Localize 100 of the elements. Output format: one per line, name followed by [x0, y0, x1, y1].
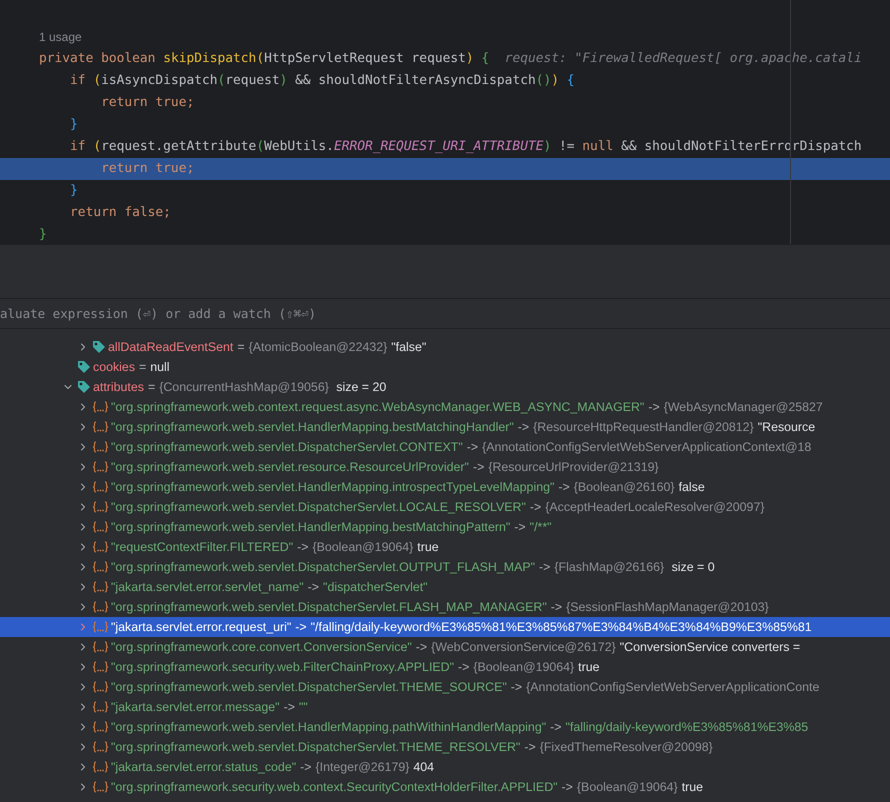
- map-entry-icon: [92, 561, 109, 573]
- type-label: {AtomicBoolean@22432}: [248, 340, 388, 354]
- map-entry-icon: [92, 661, 109, 673]
- code-token: {: [480, 51, 490, 66]
- map-entry-icon: [92, 741, 109, 753]
- code-token: request.getAttribute: [101, 139, 256, 154]
- operator: ->: [648, 400, 660, 414]
- operator: ->: [518, 420, 530, 434]
- code-token: ): [280, 73, 288, 88]
- operator: ->: [550, 720, 562, 734]
- operator: ->: [550, 600, 562, 614]
- operator: ->: [530, 500, 542, 514]
- code-token: !=: [558, 139, 576, 154]
- tag-icon: [77, 360, 91, 374]
- map-entry-icon: [92, 521, 109, 533]
- type-label: {AcceptHeaderLocaleResolver@20097}: [545, 500, 764, 514]
- code-token: {: [566, 73, 575, 88]
- type-label: {Boolean@19064}: [312, 540, 414, 554]
- map-entry-icon: [92, 621, 109, 633]
- operator: ->: [295, 620, 307, 634]
- code-token: (: [93, 139, 102, 154]
- code-token: HttpServletRequest request: [264, 51, 466, 66]
- value-text: "ConversionService converters =: [620, 640, 800, 654]
- tag-icon: [77, 380, 91, 394]
- value-text: true: [682, 780, 704, 794]
- map-key: "org.springframework.web.servlet.DispatcherServlet.CONTEXT": [111, 440, 463, 454]
- code-token: return true;: [100, 161, 194, 176]
- map-entry-icon: [92, 461, 109, 473]
- type-label: {FixedThemeResolver@20098}: [540, 740, 713, 754]
- operator: ->: [297, 540, 308, 554]
- operator: ->: [466, 440, 478, 454]
- type-label: {WebAsyncManager@25827: [664, 400, 823, 414]
- code-token: return true;: [100, 95, 194, 110]
- type-label: {Boolean@26160}: [574, 480, 675, 494]
- field-name: allDataReadEventSent: [108, 340, 234, 354]
- map-entry-icon: [92, 681, 109, 693]
- code-token: (: [256, 139, 264, 154]
- value-text: null: [150, 360, 170, 374]
- map-key: "org.springframework.core.convert.ConversionService": [111, 640, 412, 654]
- map-entry-icon: [92, 781, 109, 793]
- field-name: cookies: [93, 360, 136, 374]
- map-entry-icon: [92, 601, 109, 613]
- value-text: "": [298, 700, 308, 714]
- map-entry-icon: [92, 481, 109, 493]
- value-text: 404: [413, 760, 434, 774]
- value-text: "Resource: [758, 420, 816, 434]
- operator: ->: [514, 520, 526, 534]
- usage-hint[interactable]: 1 usage: [0, 26, 86, 48]
- map-key: "jakarta.servlet.error.request_uri": [111, 620, 292, 634]
- code-token: ): [543, 139, 552, 154]
- code-token: (: [93, 73, 102, 88]
- map-key: "requestContextFilter.FILTERED": [111, 540, 294, 554]
- code-token: }: [39, 227, 47, 242]
- type-label: {ResourceUrlProvider@21319}: [488, 460, 659, 474]
- map-entry-icon: [92, 441, 109, 453]
- map-entry-icon: [92, 421, 109, 433]
- map-entry-icon: [92, 581, 109, 593]
- selected-variable-row[interactable]: "jakarta.servlet.error.request_uri" -> "/falling/daily-keyword%E3%85%81%E3%85%87%E3%84%B4%E3%84%B9%E3%85%81: [0, 617, 890, 637]
- code-token: (: [256, 51, 264, 66]
- value-text: size = 0: [670, 560, 715, 574]
- code-token: if: [69, 73, 87, 88]
- value-text: "falling/daily-keyword%E3%85%81%E3%85: [565, 720, 808, 734]
- map-key: "org.springframework.web.servlet.DispatcherServlet.THEME_RESOLVER": [111, 740, 520, 754]
- operator: ->: [472, 460, 484, 474]
- operator: =: [139, 360, 146, 374]
- field-name: attributes: [93, 380, 144, 394]
- map-key: "org.springframework.web.servlet.HandlerMapping.bestMatchingHandler": [111, 420, 514, 434]
- code-token: private boolean: [39, 51, 156, 66]
- type-label: {ResourceHttpRequestHandler@20812}: [533, 420, 754, 434]
- code-token: (): [536, 73, 552, 88]
- type-label: {Integer@26179}: [315, 760, 410, 774]
- map-key: "jakarta.servlet.error.message": [111, 700, 280, 714]
- code-token: null: [582, 139, 614, 154]
- map-entry-icon: [92, 701, 109, 713]
- value-text: true: [578, 660, 600, 674]
- type-label: {AnnotationConfigServletWebServerApplicationContext@18: [482, 440, 812, 454]
- map-key: "jakarta.servlet.error.status_code": [111, 760, 296, 774]
- value-text: true: [417, 540, 439, 554]
- code-token: request: [225, 73, 280, 88]
- map-entry-icon: [92, 501, 109, 513]
- value-text: "/**": [530, 520, 552, 534]
- code-token: skipDispatch: [163, 51, 256, 66]
- type-label: {AnnotationConfigServletWebServerApplicationConte: [526, 680, 820, 694]
- type-label: {WebConversionService@26172}: [431, 640, 616, 654]
- code-token: (: [218, 73, 226, 88]
- value-text: "dispatcherServlet": [323, 580, 428, 594]
- operator: =: [148, 380, 156, 394]
- map-key: "org.springframework.web.context.request.async.WebAsyncManager.WEB_ASYNC_MANAGER": [111, 400, 644, 414]
- value-text: false: [678, 480, 705, 494]
- map-entry-icon: [92, 401, 109, 413]
- tag-icon: [92, 340, 106, 354]
- code-token: }: [69, 183, 78, 198]
- operator: ->: [539, 560, 550, 574]
- operator: ->: [416, 640, 428, 654]
- map-key: "org.springframework.web.servlet.DispatcherServlet.FLASH_MAP_MANAGER": [111, 600, 547, 614]
- operator: ->: [308, 580, 320, 594]
- code-token: ): [551, 73, 560, 88]
- map-key: "org.springframework.web.servlet.HandlerMapping.introspectTypeLevelMapping": [111, 480, 554, 494]
- map-key: "org.springframework.web.servlet.DispatcherServlet.THEME_SOURCE": [111, 680, 507, 694]
- value-text: size = 20: [335, 380, 386, 394]
